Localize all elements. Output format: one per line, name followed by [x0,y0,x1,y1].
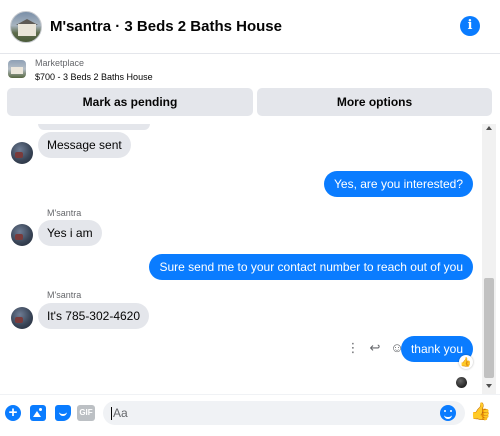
info-icon[interactable]: i [460,16,480,36]
seen-indicator-avatar [456,377,467,388]
gallery-icon[interactable] [30,405,46,421]
message-list: Message sent Yes, are you interested? M'… [0,124,482,394]
sticker-icon[interactable] [55,405,71,421]
message-bubble-incoming[interactable]: Yes i am [38,220,102,246]
scroll-up-arrow-icon[interactable] [486,126,492,130]
listing-thumbnail[interactable] [8,60,26,78]
message-input-wrapper[interactable] [103,401,465,425]
plus-icon[interactable]: + [5,405,21,421]
message-bubble-incoming[interactable]: It's 785-302-4620 [38,303,150,329]
scroll-down-arrow-icon[interactable] [486,384,492,388]
gif-icon[interactable]: GIF [77,405,95,421]
sender-name: M'santra [47,290,82,300]
listing-avatar[interactable] [10,10,42,43]
reply-icon[interactable]: ↩ [366,339,384,357]
scrollbar-thumb[interactable] [484,278,494,378]
sender-avatar[interactable] [11,307,33,329]
more-actions-icon[interactable]: ⋮ [344,339,362,357]
message-bubble-incoming[interactable]: Message sent [38,132,131,158]
sender-avatar[interactable] [11,224,33,246]
thumbs-up-reaction-icon[interactable]: 👍 [459,355,473,369]
listing-source: Marketplace [35,58,85,68]
more-options-button[interactable]: More options [257,88,492,116]
listing-price-title[interactable]: $700 - 3 Beds 2 Baths House [35,72,153,82]
message-bubble-outgoing[interactable]: Yes, are you interested? [324,171,473,197]
sender-avatar[interactable] [11,142,33,164]
text-caret [111,407,112,420]
message-bubble-outgoing[interactable]: Sure send me to your contact number to r… [149,254,473,280]
chat-title[interactable]: M'santra · 3 Beds 2 Baths House [50,18,282,35]
message-input[interactable] [113,401,433,425]
emoji-icon[interactable] [440,405,456,421]
message-bubble-partial [38,124,150,130]
chat-header: M'santra · 3 Beds 2 Baths House i [0,0,500,54]
thumbs-up-send-icon[interactable]: 👍 [470,402,491,422]
sender-name: M'santra [47,208,82,218]
listing-card: Marketplace $700 - 3 Beds 2 Baths House … [0,54,500,124]
mark-as-pending-button[interactable]: Mark as pending [7,88,253,116]
